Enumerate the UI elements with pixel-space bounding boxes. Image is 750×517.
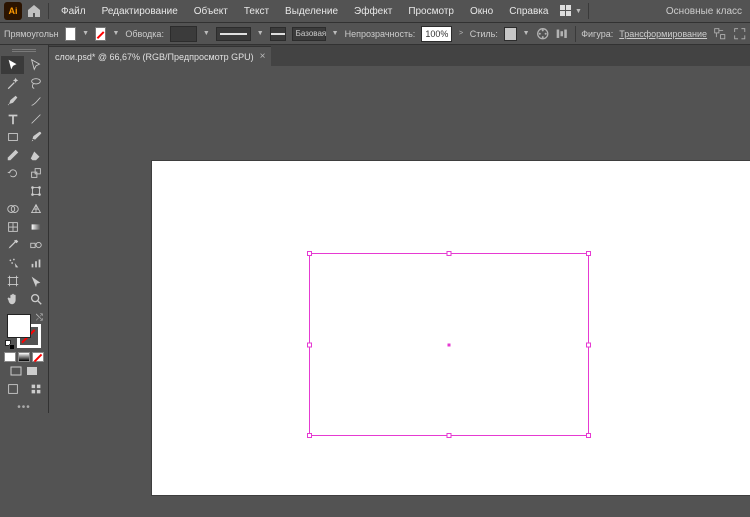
menu-effect[interactable]: Эффект: [348, 3, 398, 20]
resize-handle-bl[interactable]: [307, 433, 312, 438]
menu-help[interactable]: Справка: [503, 3, 554, 20]
resize-handle-r[interactable]: [586, 342, 591, 347]
rectangle-tool[interactable]: [1, 128, 24, 146]
home-icon[interactable]: [26, 3, 42, 19]
opacity-input[interactable]: 100%: [421, 26, 452, 42]
menu-file[interactable]: Файл: [55, 3, 92, 20]
magic-wand-tool[interactable]: [1, 74, 24, 92]
paintbrush-tool[interactable]: [24, 128, 47, 146]
menu-select[interactable]: Выделение: [279, 3, 344, 20]
mesh-tool[interactable]: [1, 218, 24, 236]
color-mode-none[interactable]: [32, 352, 44, 362]
width-tool[interactable]: [1, 182, 24, 200]
screen-mode-normal[interactable]: [9, 364, 23, 378]
menu-view[interactable]: Просмотр: [402, 3, 460, 20]
menu-type[interactable]: Текст: [238, 3, 275, 20]
stroke-dropdown[interactable]: ▼: [112, 27, 119, 41]
isolate-icon[interactable]: [713, 24, 726, 44]
graph-tool[interactable]: [24, 254, 47, 272]
more-tools-icon[interactable]: •••: [14, 402, 34, 413]
menu-edit[interactable]: Редактирование: [96, 3, 184, 20]
zoom-tool[interactable]: [24, 290, 47, 308]
default-colors-icon[interactable]: [5, 340, 15, 350]
windows-icon[interactable]: ▼: [560, 4, 582, 18]
document-tab-bar: слои.psd* @ 66,67% (RGB/Предпросмотр GPU…: [0, 45, 750, 66]
fill-dropdown[interactable]: ▼: [82, 27, 89, 41]
toolbox-grip[interactable]: [4, 47, 44, 54]
app-badge: Ai: [4, 2, 22, 20]
lasso-tool[interactable]: [24, 74, 47, 92]
direct-selection-tool[interactable]: [24, 56, 47, 74]
symbol-sprayer-tool[interactable]: [1, 254, 24, 272]
document-tab[interactable]: слои.psd* @ 66,67% (RGB/Предпросмотр GPU…: [49, 46, 271, 66]
fill-color[interactable]: [7, 314, 31, 338]
stroke-label: Обводка:: [125, 29, 164, 39]
pen-tool[interactable]: [1, 92, 24, 110]
resize-handle-l[interactable]: [307, 342, 312, 347]
graphic-style-swatch[interactable]: [504, 27, 517, 41]
gradient-tool[interactable]: [24, 218, 47, 236]
perspective-tool[interactable]: [24, 200, 47, 218]
workspace-label[interactable]: Основные класс: [662, 6, 746, 17]
fill-stroke-control[interactable]: ⤭: [5, 312, 43, 350]
shape-type-label: Прямоугольн: [4, 29, 59, 39]
resize-handle-tr[interactable]: [586, 251, 591, 256]
style-label: Стиль:: [470, 29, 498, 39]
center-point[interactable]: [448, 343, 451, 346]
resize-handle-t[interactable]: [447, 251, 452, 256]
align-icon[interactable]: [555, 24, 568, 44]
color-mode-solid[interactable]: [4, 352, 16, 362]
menu-window[interactable]: Окно: [464, 3, 499, 20]
fill-swatch[interactable]: [65, 27, 76, 41]
scale-tool[interactable]: [24, 164, 47, 182]
stroke-profile[interactable]: [216, 27, 251, 41]
control-bar: Прямоугольн ▼ ▼ Обводка: ▼ ▼ Базовая▼ Не…: [0, 22, 750, 45]
menu-bar: Ai Файл Редактирование Объект Текст Выде…: [0, 0, 750, 22]
close-icon[interactable]: ×: [260, 51, 266, 62]
menu-object[interactable]: Объект: [188, 3, 234, 20]
toolbox: ⤭ •••: [0, 45, 49, 413]
type-tool[interactable]: [1, 110, 24, 128]
color-mode-gradient[interactable]: [18, 352, 30, 362]
edit-toolbar-icon[interactable]: [24, 380, 47, 398]
tab-title: слои.psd* @ 66,67% (RGB/Предпросмотр GPU…: [55, 52, 254, 62]
line-tool[interactable]: [24, 110, 47, 128]
resize-handle-b[interactable]: [447, 433, 452, 438]
resize-handle-br[interactable]: [586, 433, 591, 438]
stroke-weight-input[interactable]: [170, 26, 197, 42]
stroke-swatch[interactable]: [95, 27, 106, 41]
recolor-icon[interactable]: [536, 24, 549, 44]
opacity-label: Непрозрачность:: [345, 29, 416, 39]
eyedropper-tool[interactable]: [1, 236, 24, 254]
shape-ctrl-label: Фигура:: [581, 29, 613, 39]
transform-link[interactable]: Трансформирование: [619, 29, 707, 39]
brush-style[interactable]: Базовая: [292, 27, 326, 41]
selection-tool[interactable]: [1, 56, 24, 74]
pencil-tool[interactable]: [1, 146, 24, 164]
resize-handle-tl[interactable]: [307, 251, 312, 256]
artboard-tool[interactable]: [1, 272, 24, 290]
shape-builder-tool[interactable]: [1, 200, 24, 218]
eraser-tool[interactable]: [24, 146, 47, 164]
screen-mode-full[interactable]: [25, 364, 39, 378]
canvas-area[interactable]: [49, 66, 750, 517]
draw-mode[interactable]: [1, 380, 24, 398]
swap-colors-icon[interactable]: ⤭: [36, 312, 43, 323]
blend-tool[interactable]: [24, 236, 47, 254]
selected-rectangle[interactable]: [309, 253, 589, 436]
curvature-tool[interactable]: [24, 92, 47, 110]
slice-tool[interactable]: [24, 272, 47, 290]
hand-tool[interactable]: [1, 290, 24, 308]
expand-icon[interactable]: [733, 24, 746, 44]
rotate-tool[interactable]: [1, 164, 24, 182]
free-transform-tool[interactable]: [24, 182, 47, 200]
